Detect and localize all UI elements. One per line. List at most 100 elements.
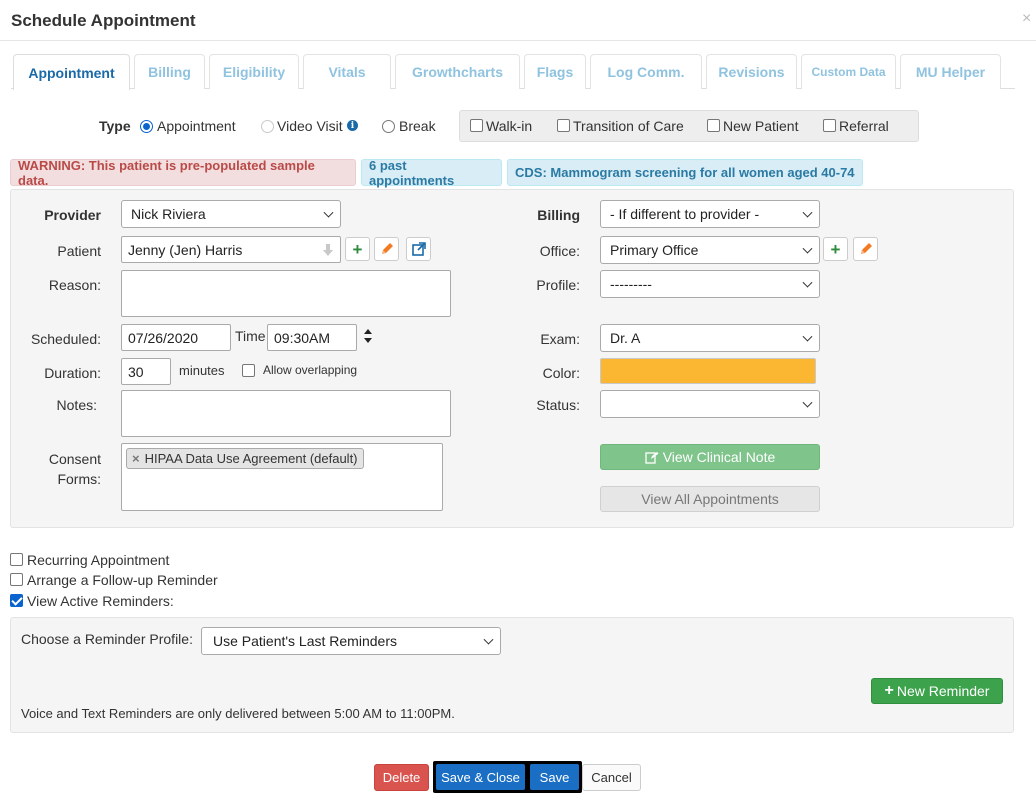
tab-flags[interactable]: Flags [524, 54, 586, 89]
minutes-label: minutes [179, 363, 225, 378]
exam-label: Exam: [540, 331, 580, 347]
tab-eligibility[interactable]: Eligibility [209, 54, 299, 89]
walk-in-label: Walk-in [486, 118, 533, 134]
exam-select[interactable]: Dr. A [600, 324, 820, 352]
tab-mu-helper[interactable]: MU Helper [900, 54, 1001, 89]
time-spinner-icon[interactable] [363, 328, 373, 344]
notes-textarea[interactable] [121, 390, 451, 437]
time-input[interactable]: 09:30AM [267, 324, 357, 351]
exam-value: Dr. A [610, 330, 641, 346]
pencil-icon [860, 243, 872, 254]
new-reminder-label: New Reminder [896, 683, 990, 699]
save-and-close-button[interactable]: Save & Close [436, 764, 525, 790]
profile-label: Profile: [536, 277, 580, 293]
patient-label: Patient [57, 243, 101, 259]
transition-of-care-checkbox[interactable] [557, 119, 570, 132]
cds-alert-badge[interactable]: CDS: Mammogram screening for all women a… [507, 159, 863, 186]
chevron-down-icon [802, 277, 813, 288]
profile-select[interactable]: --------- [600, 270, 820, 298]
provider-select[interactable]: Nick Riviera [121, 200, 341, 228]
duration-label: Duration: [44, 365, 101, 381]
tab-custom-data[interactable]: Custom Data [801, 54, 896, 89]
duration-input[interactable]: 30 [121, 358, 171, 385]
color-label: Color: [542, 365, 580, 381]
status-select[interactable] [600, 390, 820, 418]
profile-value: --------- [610, 276, 652, 292]
type-label: Type [99, 118, 131, 134]
plus-icon: + [830, 239, 841, 259]
save-button[interactable]: Save [530, 764, 579, 790]
reminder-hours-note: Voice and Text Reminders are only delive… [21, 706, 455, 721]
notes-label: Notes: [56, 397, 97, 413]
pencil-icon [381, 243, 393, 254]
office-select[interactable]: Primary Office [600, 236, 820, 264]
delete-button[interactable]: Delete [374, 764, 429, 791]
reason-textarea[interactable] [121, 270, 451, 317]
referral-checkbox[interactable] [823, 119, 836, 132]
reminder-profile-value: Use Patient's Last Reminders [213, 633, 397, 649]
add-office-button[interactable]: + [823, 237, 848, 261]
close-icon[interactable]: × [1022, 10, 1031, 28]
tab-vitals[interactable]: Vitals [303, 54, 391, 89]
view-all-appointments-button[interactable]: View All Appointments [600, 486, 820, 512]
view-clinical-note-button[interactable]: View Clinical Note [600, 444, 820, 470]
patient-value: Jenny (Jen) Harris [128, 241, 243, 258]
walk-in-checkbox[interactable] [470, 119, 483, 132]
chevron-down-icon [802, 207, 813, 218]
past-appointments-badge[interactable]: 6 past appointments [361, 158, 502, 188]
edit-office-button[interactable] [853, 237, 878, 261]
provider-label: Provider [44, 207, 101, 223]
followup-label: Arrange a Follow-up Reminder [27, 572, 218, 588]
status-label: Status: [536, 397, 580, 413]
reason-label: Reason: [48, 277, 101, 293]
chevron-down-icon [323, 207, 334, 218]
color-picker[interactable] [600, 358, 816, 384]
chevron-down-icon [483, 634, 494, 645]
allow-overlap-checkbox[interactable] [242, 364, 255, 377]
reminder-profile-label: Choose a Reminder Profile: [21, 631, 193, 647]
new-patient-label: New Patient [723, 118, 799, 134]
tab-appointment[interactable]: Appointment [13, 54, 130, 90]
dialog-title: Schedule Appointment [11, 11, 196, 30]
allow-overlap-label: Allow overlapping [263, 363, 358, 377]
edit-patient-button[interactable] [374, 237, 399, 261]
tab-billing[interactable]: Billing [134, 54, 205, 89]
type-break-label: Break [399, 118, 436, 134]
new-patient-checkbox[interactable] [707, 119, 720, 132]
consent-tag: × HIPAA Data Use Agreement (default) [126, 448, 364, 469]
transition-of-care-label: Transition of Care [573, 118, 684, 134]
type-video-visit-radio[interactable] [261, 120, 274, 133]
type-appointment-label: Appointment [157, 118, 236, 134]
tab-log-comm[interactable]: Log Comm. [590, 54, 702, 89]
new-reminder-button[interactable]: + New Reminder [871, 678, 1003, 704]
active-reminders-checkbox[interactable] [10, 594, 23, 607]
edit-note-icon [645, 451, 659, 464]
tab-revisions[interactable]: Revisions [706, 54, 797, 89]
consent-label-line1: Consent [48, 451, 101, 467]
info-icon[interactable]: i [347, 120, 358, 131]
type-break-radio[interactable] [382, 120, 395, 133]
patient-field[interactable]: Jenny (Jen) Harris [121, 236, 341, 263]
time-label: Time [235, 328, 266, 344]
billing-value: - If different to provider - [610, 206, 760, 222]
type-appointment-radio[interactable] [140, 120, 153, 133]
tab-growthcharts[interactable]: Growthcharts [395, 54, 520, 89]
cancel-button[interactable]: Cancel [582, 764, 641, 791]
external-link-icon [411, 242, 426, 256]
remove-tag-icon[interactable]: × [132, 451, 140, 466]
chevron-down-icon [802, 331, 813, 342]
billing-label: Billing [537, 207, 580, 223]
reminder-profile-select[interactable]: Use Patient's Last Reminders [201, 627, 501, 655]
open-patient-button[interactable] [406, 237, 431, 261]
plus-icon: + [884, 682, 894, 699]
office-label: Office: [539, 243, 580, 259]
plus-icon: + [352, 239, 363, 259]
followup-checkbox[interactable] [10, 573, 23, 586]
recurring-checkbox[interactable] [10, 553, 23, 566]
billing-provider-select[interactable]: - If different to provider - [600, 200, 820, 228]
active-reminders-label: View Active Reminders: [27, 593, 174, 609]
scheduled-date-input[interactable]: 07/26/2020 [121, 324, 231, 351]
add-patient-button[interactable]: + [345, 237, 370, 261]
consent-label-line2: Forms: [57, 471, 101, 487]
office-value: Primary Office [610, 242, 699, 258]
